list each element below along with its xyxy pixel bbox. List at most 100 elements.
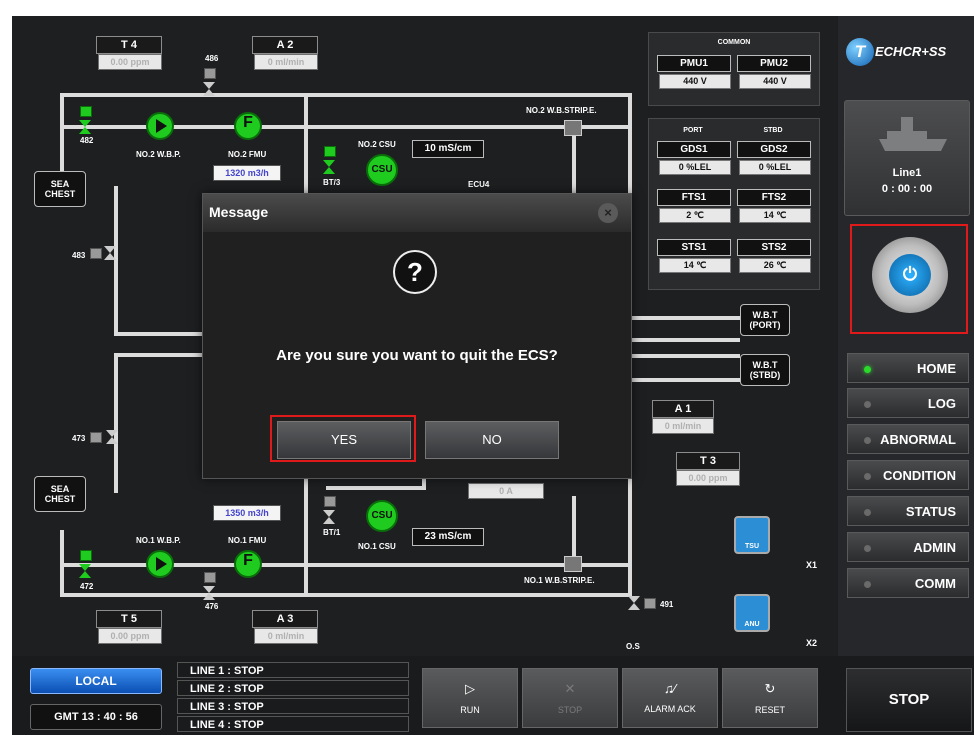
nav-log[interactable]: LOG — [847, 388, 969, 418]
valve-483-icon[interactable] — [104, 246, 116, 260]
line-status-row: LINE 3 : STOP — [177, 698, 409, 714]
techcross-logo: T ECHCR+SS — [846, 36, 970, 72]
tsu-label: TSU — [745, 543, 759, 550]
status-led-icon — [864, 509, 871, 516]
a1-header: A 1 — [652, 400, 714, 418]
power-button[interactable]: ⏻ — [872, 237, 948, 313]
no1-flow-value: 1350 m3/h — [213, 505, 281, 521]
no2-strip-label: NO.2 W.B.STRIP.E. — [526, 106, 597, 115]
t4-value: 0.00 ppm — [98, 54, 162, 70]
no1-wbp-pump-icon[interactable] — [146, 550, 174, 578]
pipe — [114, 186, 118, 334]
pmu2-button[interactable]: PMU2 — [737, 55, 811, 72]
stbd-title: STBD — [763, 127, 783, 134]
nav-admin[interactable]: ADMIN — [847, 532, 969, 562]
valve-491-label: 491 — [660, 600, 674, 609]
bt3-label: BT/3 — [323, 178, 341, 187]
gds1-button[interactable]: GDS1 — [657, 141, 731, 158]
no2-csu-label: NO.2 CSU — [358, 140, 396, 149]
pipe — [326, 486, 426, 490]
sts1-button[interactable]: STS1 — [657, 239, 731, 256]
pipe — [60, 93, 64, 183]
valve-bt1-icon[interactable] — [323, 510, 335, 524]
logo-mark-icon: T — [846, 38, 874, 66]
limit-switch-icon — [80, 550, 92, 561]
sts2-button[interactable]: STS2 — [737, 239, 811, 256]
gds2-button[interactable]: GDS2 — [737, 141, 811, 158]
status-led-icon — [864, 366, 871, 373]
valve-473-icon[interactable] — [106, 430, 118, 444]
nav-home[interactable]: HOME — [847, 353, 969, 383]
close-icon[interactable]: × — [598, 203, 618, 223]
no1-csu-icon[interactable]: CSU — [366, 500, 398, 532]
valve-472-icon[interactable] — [79, 564, 91, 578]
no1-wbp-label: NO.1 W.B.P. — [136, 536, 181, 545]
pipe — [630, 316, 740, 320]
valve-483-label: 483 — [72, 251, 86, 260]
no1-csu-label: NO.1 CSU — [358, 542, 396, 551]
nav-status[interactable]: STATUS — [847, 496, 969, 526]
overboard-label: O.S — [626, 642, 640, 651]
no-button[interactable]: NO — [425, 421, 559, 459]
line-status-card[interactable]: Line1 0 : 00 : 00 — [844, 100, 970, 216]
run-label: RUN — [460, 705, 480, 715]
pmu1-value: 440 V — [659, 74, 731, 89]
port-title: PORT — [683, 127, 703, 134]
bt1-label: BT/1 — [323, 528, 341, 537]
nav-condition[interactable]: CONDITION — [847, 460, 969, 490]
fts2-value: 14 ℃ — [739, 208, 811, 223]
nav-abnormal[interactable]: ABNORMAL — [847, 424, 969, 454]
no1-fmu-icon[interactable]: F — [234, 550, 262, 578]
stop-toolbar-button[interactable]: ✕ STOP — [522, 668, 618, 728]
nav-abnormal-label: ABNORMAL — [880, 432, 956, 447]
ecs-screen: T 4 0.00 ppm A 2 0 ml/min 486 482 NO.2 W… — [12, 16, 974, 735]
x-icon: ✕ — [564, 681, 576, 696]
ecu4-label: ECU4 — [468, 180, 490, 189]
common-panel: COMMON PMU1 PMU2 440 V 440 V — [648, 32, 820, 106]
a3-header: A 3 — [252, 610, 318, 628]
alarm-ack-button[interactable]: ♫∕ ALARM ACK — [622, 668, 718, 728]
run-button[interactable]: ▷ RUN — [422, 668, 518, 728]
valve-482-icon[interactable] — [79, 120, 91, 134]
a1-value: 0 ml/min — [652, 418, 714, 434]
gmt-clock: GMT 13 : 40 : 56 — [30, 704, 162, 730]
tsu-icon[interactable]: TSU — [734, 516, 770, 554]
valve-486-label: 486 — [205, 54, 219, 63]
nav-admin-label: ADMIN — [913, 540, 956, 555]
mute-icon: ♫∕ — [664, 681, 676, 696]
no2-fmu-icon[interactable]: F — [234, 112, 262, 140]
reset-button[interactable]: ↻ RESET — [722, 668, 818, 728]
pipe — [304, 476, 308, 596]
limit-switch-icon — [204, 572, 216, 583]
sea-chest-top: SEA CHEST — [34, 171, 86, 207]
nav-log-label: LOG — [927, 396, 956, 411]
valve-486-icon[interactable] — [203, 82, 215, 96]
fmu-glyph: F — [243, 552, 253, 569]
valve-bt3-icon[interactable] — [323, 160, 335, 174]
fts2-button[interactable]: FTS2 — [737, 189, 811, 206]
valve-491-icon[interactable] — [628, 596, 640, 610]
a2-value: 0 ml/min — [254, 54, 318, 70]
line-status-list: LINE 1 : STOP LINE 2 : STOP LINE 3 : STO… — [177, 662, 411, 735]
anu-icon[interactable]: ANU — [734, 594, 770, 632]
wbt-stbd: W.B.T (STBD) — [740, 354, 790, 386]
dialog-title: Message — [209, 204, 269, 220]
valve-476-icon[interactable] — [203, 586, 215, 600]
limit-switch-icon — [204, 68, 216, 79]
gds2-value: 0 %LEL — [739, 160, 811, 175]
wbt-port: W.B.T (PORT) — [740, 304, 790, 336]
play-icon: ▷ — [465, 681, 475, 696]
no2-csu-icon[interactable]: CSU — [366, 154, 398, 186]
t5-header: T 5 — [96, 610, 162, 628]
no2-flow-value: 1320 m3/h — [213, 165, 281, 181]
local-button[interactable]: LOCAL — [30, 668, 162, 694]
no2-wbp-pump-icon[interactable] — [146, 112, 174, 140]
nav-comm[interactable]: COMM — [847, 568, 969, 598]
pmu1-button[interactable]: PMU1 — [657, 55, 731, 72]
t3-value: 0.00 ppm — [676, 470, 740, 486]
stop-button[interactable]: STOP — [846, 668, 972, 732]
limit-switch-icon — [644, 598, 656, 609]
stop-toolbar-label: STOP — [557, 705, 583, 715]
yes-button[interactable]: YES — [277, 421, 411, 459]
fts1-button[interactable]: FTS1 — [657, 189, 731, 206]
